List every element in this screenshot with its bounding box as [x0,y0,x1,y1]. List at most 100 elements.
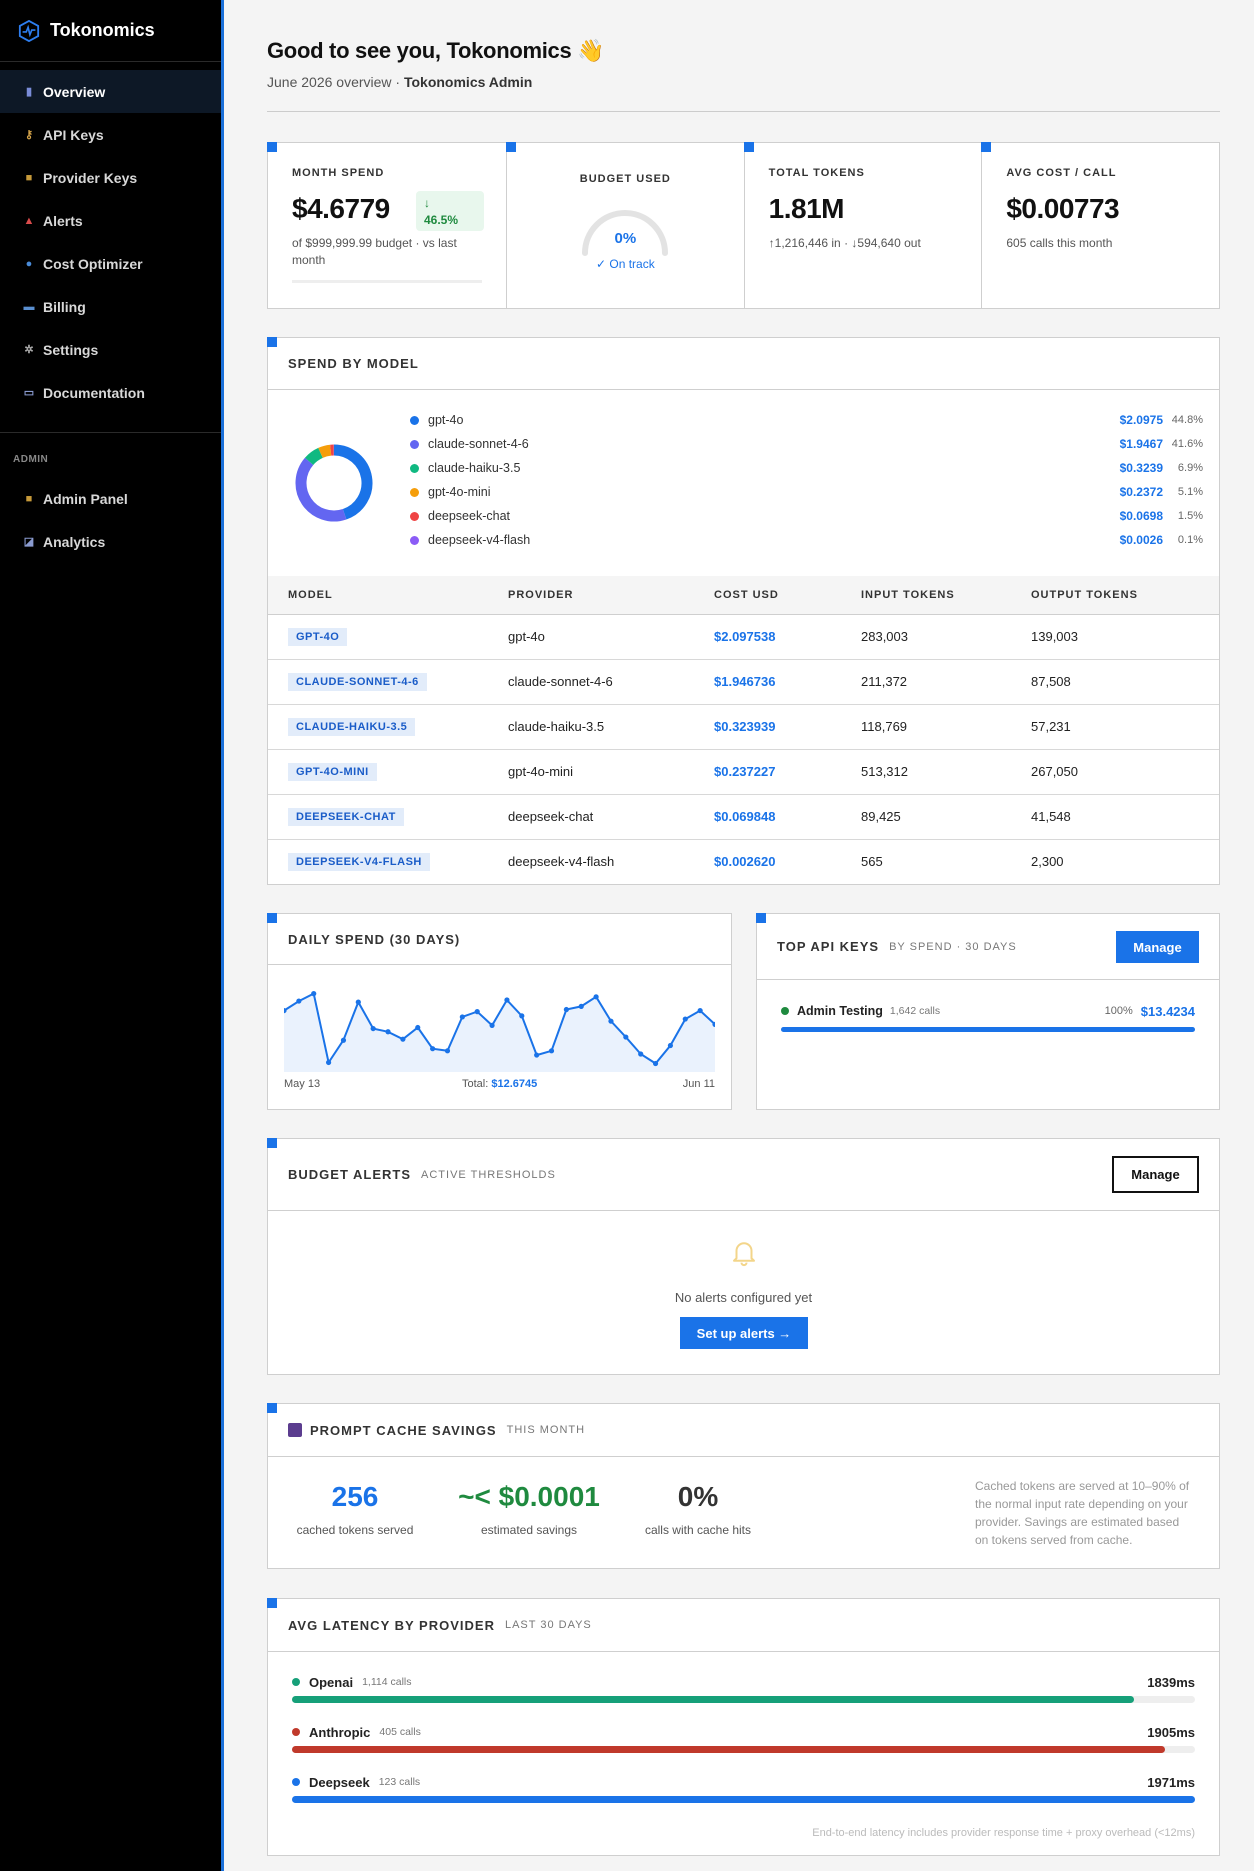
sidebar-item-label: Cost Optimizer [43,255,143,272]
cache-subtitle: THIS MONTH [506,1424,586,1436]
provider-dot [292,1728,300,1736]
latency-bar-track [292,1746,1195,1753]
legend-model-name: gpt-4o-mini [428,485,491,499]
output-tokens-cell: 41,548 [1031,794,1219,840]
output-tokens-cell: 57,231 [1031,704,1219,750]
manage-keys-button[interactable]: Manage [1116,931,1199,963]
table-row: GPT-4O-MINI gpt-4o-mini $0.237227 513,312 26… [268,749,1219,795]
input-tokens-cell: 565 [861,854,883,870]
key-icon: ⚷ [24,129,34,141]
chart-point [667,1042,674,1049]
model-tag: DEEPSEEK-V4-FLASH [288,852,430,871]
legend-pct: 5.1% [1177,486,1203,498]
bar-chart-icon: ▮ [25,86,33,98]
spend-legend-area: gpt-4o $2.0975 44.8% claude-sonnet-4-6 $1.94… [268,390,1219,576]
sidebar-item-label: API Keys [43,126,104,143]
sidebar-item-documentation[interactable]: ▭ Documentation [0,371,221,414]
setup-alerts-button[interactable]: Set up alerts → [680,1317,808,1349]
sidebar-item-cost-optimizer[interactable]: ● Cost Optimizer [0,242,221,285]
stat-cards: MONTH SPEND $4.6779 ↓ 46.5% of $999,999.… [267,142,1221,309]
latency-bar-fill [292,1796,1195,1803]
column-header: COST USD [714,576,861,615]
chart-point [504,997,510,1003]
chart-point [370,1025,376,1032]
api-key-row[interactable]: Admin Testing 1,642 calls 100% $13.4234 [781,1000,1195,1022]
legend-dot [410,415,419,425]
cache-metric-label: cached tokens served [296,1523,414,1537]
legend-model-name: claude-haiku-3.5 [428,461,521,475]
model-cell: GPT-4O [268,614,508,660]
chart-point [459,1014,465,1020]
page-title: Good to see you, Tokonomics 👋 [267,38,605,63]
donut-slice-gpt-4o-mini [318,444,332,458]
daily-spend-header: DAILY SPEND (30 DAYS) [268,914,731,965]
legend-item: deepseek-chat $0.0698 1.5% [410,504,1203,528]
legend-pct: 1.5% [1177,510,1203,522]
column-header: INPUT TOKENS [861,576,1031,615]
legend-dot [410,511,419,521]
spend-by-model-header: SPEND BY MODEL [268,338,1219,390]
legend-pct: 6.9% [1177,462,1203,474]
daily-spend-title: DAILY SPEND (30 DAYS) [288,931,461,947]
sidebar-item-api-keys[interactable]: ⚷ API Keys [0,113,221,156]
donut-slice-claude-haiku-3.5 [304,447,324,466]
column-header: MODEL [268,576,508,615]
sidebar-item-admin-panel[interactable]: ■ Admin Panel [0,477,221,520]
spend-donut-chart [295,444,373,522]
avg-cost-label: AVG COST / CALL [1006,167,1117,179]
main-content: Good to see you, Tokonomics 👋 June 2026 … [267,0,1221,1856]
model-table: MODEL PROVIDER COST USD INPUT TOKENS OUTPUT … [268,576,1219,884]
model-cell: DEEPSEEK-V4-FLASH [268,839,508,884]
brand[interactable]: Tokonomics [0,0,221,62]
model-cell: DEEPSEEK-CHAT [268,794,508,840]
cache-metric-value: 256 [331,1481,379,1512]
legend-model-name: deepseek-v4-flash [428,533,531,547]
manage-alerts-button[interactable]: Manage [1112,1156,1199,1193]
card-corner-marker [981,142,992,152]
provider-dot [292,1678,300,1686]
legend-item: claude-haiku-3.5 $0.3239 6.9% [410,456,1203,480]
model-tag: CLAUDE-SONNET-4-6 [288,672,427,691]
table-row: CLAUDE-HAIKU-3.5 claude-haiku-3.5 $0.32393… [268,704,1219,750]
total-tokens-sub: ↑1,216,446 in · ↓594,640 out [768,236,921,250]
chart-point [325,1059,332,1066]
provider-name: Openai [309,1674,354,1690]
card-corner-marker [267,142,277,152]
sidebar-item-settings[interactable]: ✲ Settings [0,328,221,371]
chart-end-date: Jun 11 [682,1078,715,1090]
legend-model-name: deepseek-chat [428,509,511,523]
floppy-disk-icon [288,1423,302,1437]
app-name: Tokonomics [50,20,155,40]
cache-metric: ~< $0.0001 estimated savings [439,1481,619,1537]
legend-cost: $0.2372 [1119,485,1163,499]
chart-point [474,1009,480,1015]
model-tag: DEEPSEEK-CHAT [288,807,404,826]
arrow-down-icon: ↓ [424,196,430,210]
provider-cell: claude-haiku-3.5 [508,704,714,750]
total-tokens-card: TOTAL TOKENS 1.81M ↑1,216,446 in · ↓594,… [743,142,983,309]
logo-icon [18,19,40,42]
sidebar-item-billing[interactable]: ▬ Billing [0,285,221,328]
subtitle-account: Tokonomics Admin [403,74,533,90]
avg-cost-value: $0.00773 [1006,193,1120,224]
magnifier-icon: ● [25,257,33,270]
legend-cost: $1.9467 [1119,437,1163,451]
sidebar-item-analytics[interactable]: ◪ Analytics [0,520,221,563]
input-tokens-cell: 211,372 [861,659,1031,705]
sidebar-item-overview[interactable]: ▮ Overview [0,70,221,113]
top-keys-title: TOP API KEYS [777,939,880,954]
legend-pct: 41.6% [1171,438,1203,450]
budget-used-card: BUDGET USED 0% ✓ On track [506,142,745,309]
api-key-bar-fill [781,1027,1195,1032]
model-tag: CLAUDE-HAIKU-3.5 [288,717,416,736]
provider-cell: deepseek-chat [508,794,714,840]
sidebar-item-provider-keys[interactable]: ■ Provider Keys [0,156,221,199]
latency-row-header: Anthropic 405 calls 1905ms [292,1722,1195,1742]
card-corner-marker [267,337,277,347]
chart-total-value: $12.6745 [491,1078,538,1090]
status-dot [781,1007,789,1015]
api-key-pct: 100% [1104,1005,1133,1017]
sidebar-item-alerts[interactable]: ▲ Alerts [0,199,221,242]
chart-point [652,1060,659,1067]
legend-dot [410,487,419,497]
